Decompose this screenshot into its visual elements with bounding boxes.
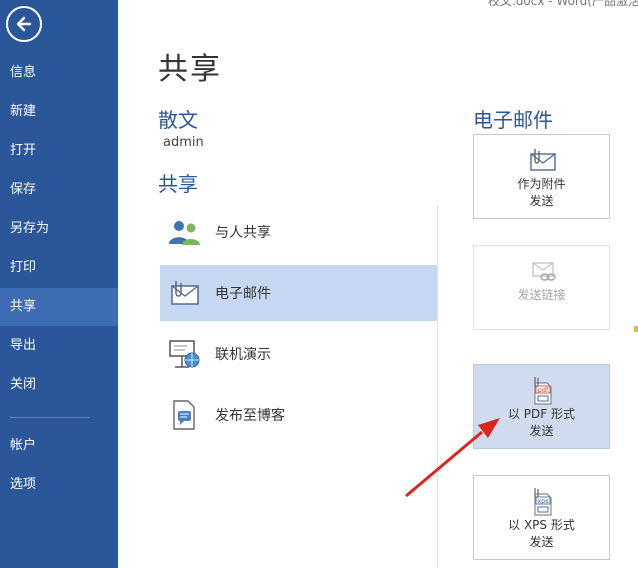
email-icon: [164, 273, 204, 313]
share-item-blog[interactable]: 发布至博客: [160, 387, 437, 443]
option-label-line2: 发送: [529, 535, 554, 549]
option-label-line1: 以 PDF 形式: [507, 407, 575, 421]
xps-icon-text: xps: [537, 497, 549, 505]
share-item-email[interactable]: 电子邮件: [160, 265, 437, 321]
share-item-label: 与人共享: [215, 225, 271, 241]
nav-share[interactable]: 共享: [0, 288, 118, 326]
send-as-attachment-button[interactable]: 作为附件 发送: [473, 134, 610, 219]
option-label-line1: 发送链接: [517, 288, 566, 302]
document-name: 散文: [158, 108, 198, 132]
send-as-xps-button[interactable]: xps 以 XPS 形式 发送: [473, 475, 610, 560]
backstage-sidebar: 信息 新建 打开 保存 另存为 打印 共享 导出 关闭 帐户 选项: [0, 0, 118, 568]
share-item-present-online[interactable]: 联机演示: [160, 326, 437, 382]
attachment-icon: [525, 145, 559, 175]
nav-options[interactable]: 选项: [0, 466, 118, 504]
window-title: 校文.docx - Word(产品激活: [488, 0, 638, 8]
option-label-line2: 发送: [529, 194, 554, 208]
option-label-line2: 发送: [529, 424, 554, 438]
nav-divider: [10, 417, 90, 418]
send-as-pdf-button[interactable]: pdf 以 PDF 形式 发送: [473, 364, 610, 449]
nav-export[interactable]: 导出: [0, 327, 118, 365]
link-icon: [525, 256, 559, 286]
nav-info[interactable]: 信息: [0, 54, 118, 92]
send-link-button[interactable]: 发送链接: [473, 245, 610, 330]
share-item-people[interactable]: 与人共享: [160, 204, 437, 260]
nav-open[interactable]: 打开: [0, 132, 118, 170]
people-icon: [164, 212, 204, 252]
option-label-line1: 作为附件: [517, 177, 566, 191]
nav-save[interactable]: 保存: [0, 171, 118, 209]
edge-marker: [634, 326, 638, 332]
document-author: admin: [163, 135, 204, 150]
xps-icon: xps: [525, 486, 559, 516]
nav-save-as[interactable]: 另存为: [0, 210, 118, 248]
back-button[interactable]: [6, 6, 42, 42]
blog-icon: [164, 395, 204, 435]
nav-new[interactable]: 新建: [0, 93, 118, 131]
page-title: 共享: [158, 52, 222, 87]
email-panel-heading: 电子邮件: [473, 108, 553, 132]
share-item-label: 电子邮件: [215, 286, 271, 302]
presentation-icon: [164, 334, 204, 374]
option-label-line1: 以 XPS 形式: [508, 518, 575, 532]
nav-close[interactable]: 关闭: [0, 366, 118, 404]
back-arrow-icon: [16, 16, 32, 32]
panel-divider: [437, 205, 438, 568]
pdf-icon: pdf: [525, 375, 559, 405]
pdf-icon-text: pdf: [537, 386, 548, 394]
share-section-heading: 共享: [158, 172, 198, 196]
share-item-label: 联机演示: [215, 347, 271, 363]
share-item-label: 发布至博客: [215, 408, 285, 424]
nav-account[interactable]: 帐户: [0, 427, 118, 465]
nav-print[interactable]: 打印: [0, 249, 118, 287]
